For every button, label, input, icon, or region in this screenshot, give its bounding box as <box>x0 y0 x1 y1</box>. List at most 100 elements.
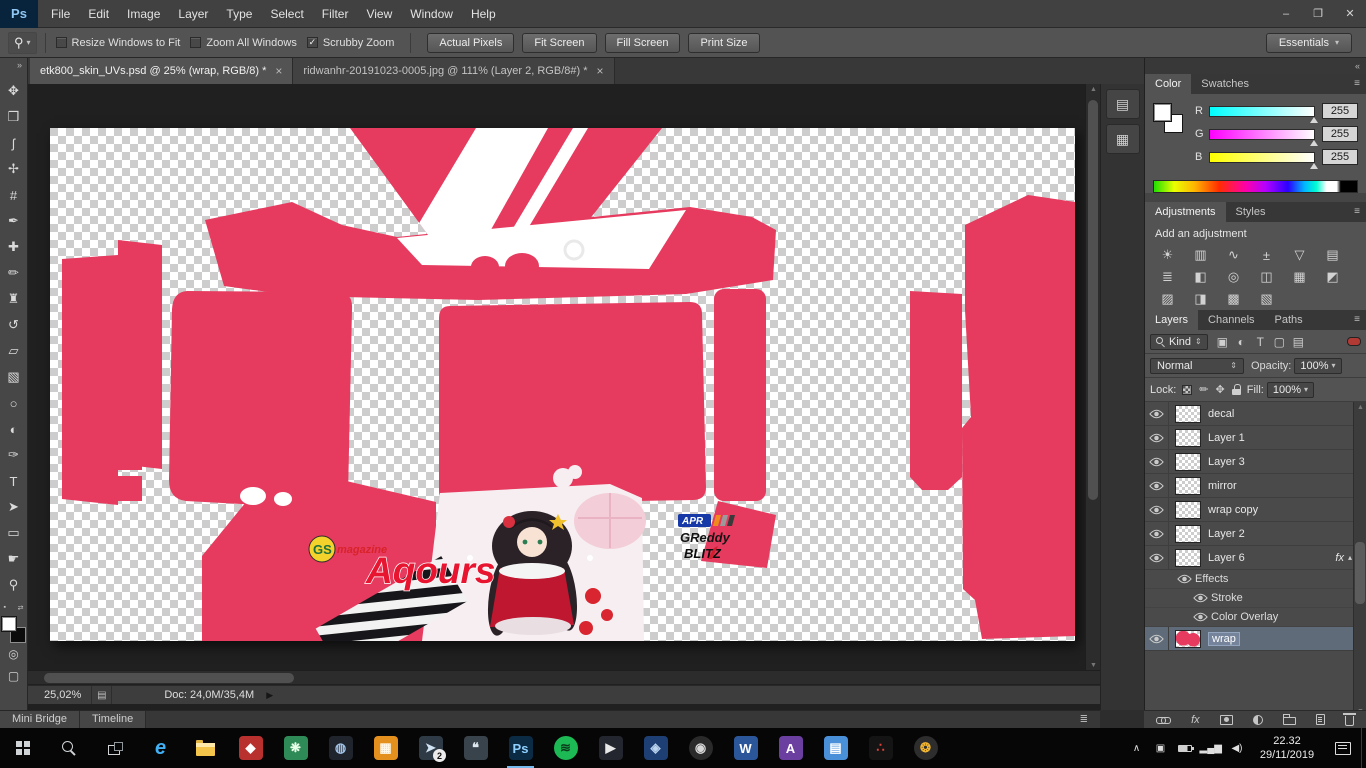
slider-knob[interactable] <box>1310 117 1318 123</box>
start-button[interactable] <box>0 728 46 768</box>
adjustment-vibrance[interactable]: ▽ <box>1283 244 1316 266</box>
current-tool-button[interactable]: ⚲ ▾ <box>8 32 37 54</box>
clock[interactable]: 22.32 29/11/2019 <box>1249 734 1325 763</box>
layer-visibility-toggle[interactable] <box>1173 570 1195 588</box>
menu-select[interactable]: Select <box>261 0 312 28</box>
effect-row-stroke[interactable]: Stroke <box>1145 589 1366 608</box>
lock-all-icon[interactable] <box>1232 384 1241 395</box>
slider-knob[interactable] <box>1310 140 1318 146</box>
layer-visibility-toggle[interactable] <box>1145 498 1169 521</box>
taskbar-app-globe[interactable]: ◍ <box>318 728 363 768</box>
tool-zoom[interactable]: ⚲ <box>0 572 28 598</box>
tray-app-icon[interactable]: ▣ <box>1149 728 1173 768</box>
taskbar-search-button[interactable] <box>46 728 92 768</box>
menu-view[interactable]: View <box>357 0 401 28</box>
tool-brush[interactable]: ✏ <box>0 260 28 286</box>
adjustment-hue-saturation[interactable]: ▤ <box>1316 244 1349 266</box>
fit-screen-button[interactable]: Fit Screen <box>522 33 596 53</box>
layer-visibility-toggle[interactable] <box>1145 546 1169 569</box>
lock-position-icon[interactable]: ✥ <box>1216 383 1225 396</box>
taskbar-chat-app[interactable]: ❝ <box>453 728 498 768</box>
taskbar-colorful-app[interactable]: ❂ <box>903 728 948 768</box>
panel-tab-mini-bridge[interactable]: Mini Bridge <box>0 711 80 728</box>
option-resize-windows-to-fit[interactable]: Resize Windows to Fit <box>56 37 181 49</box>
blend-mode-dropdown[interactable]: Normal ⇕ <box>1150 358 1244 374</box>
option-scrubby-zoom[interactable]: ✓Scrubby Zoom <box>307 37 395 49</box>
opacity-dropdown[interactable]: 100% ▾ <box>1294 358 1341 374</box>
tool-dodge[interactable]: ◐ <box>0 416 28 442</box>
layer-filter-toggle[interactable] <box>1347 337 1361 346</box>
filter-shape-layers[interactable]: ▢ <box>1270 335 1289 349</box>
volume-icon[interactable]: ◀) <box>1225 728 1249 768</box>
adjustments-tab-styles[interactable]: Styles <box>1226 202 1276 222</box>
menu-image[interactable]: Image <box>118 0 169 28</box>
slider-knob[interactable] <box>1310 163 1318 169</box>
action-center-button[interactable] <box>1325 728 1361 768</box>
taskbar-edge[interactable]: e <box>138 728 183 768</box>
layers-scroll-thumb[interactable] <box>1355 542 1365 604</box>
adjustment-curves[interactable]: ∿ <box>1217 244 1250 266</box>
restore-button[interactable]: ❐ <box>1302 0 1334 28</box>
effect-row-color-overlay[interactable]: Color Overlay <box>1145 608 1366 627</box>
close-tab-icon[interactable]: × <box>275 64 282 78</box>
lock-pixels-icon[interactable]: ✏ <box>1199 383 1208 396</box>
channel-slider[interactable] <box>1209 152 1315 163</box>
layer-visibility-toggle[interactable] <box>1145 402 1169 425</box>
taskbar-app-green[interactable]: ❋ <box>273 728 318 768</box>
layer-row-layer-1[interactable]: Layer 1 <box>1145 426 1366 450</box>
status-menu-arrow-icon[interactable]: ▶ <box>266 690 273 701</box>
adjustment-photo-filter[interactable]: ◎ <box>1217 266 1250 288</box>
close-button[interactable]: ✕ <box>1334 0 1366 28</box>
adjustment-color-lookup[interactable]: ▦ <box>1283 266 1316 288</box>
layer-visibility-toggle[interactable] <box>1145 426 1169 449</box>
option-zoom-all-windows[interactable]: Zoom All Windows <box>190 37 296 49</box>
panel-menu-icon[interactable]: ≡ <box>1354 310 1366 330</box>
tool-gradient[interactable]: ▧ <box>0 364 28 390</box>
taskbar-word[interactable]: W <box>723 728 768 768</box>
minimize-button[interactable]: – <box>1270 0 1302 28</box>
collapse-panels-chevron[interactable]: « <box>1355 61 1360 71</box>
adjustment-exposure[interactable]: ± <box>1250 244 1283 266</box>
new-adjustment-layer-button[interactable] <box>1253 711 1263 729</box>
tool-eraser[interactable]: ▱ <box>0 338 28 364</box>
quick-mask-button[interactable]: ◎ <box>0 643 28 665</box>
taskbar-app-orange[interactable]: ▦ <box>363 728 408 768</box>
panel-menu-icon[interactable]: ≡ <box>1354 74 1366 94</box>
layer-thumbnail[interactable] <box>1175 501 1201 519</box>
tool-pen[interactable]: ✑ <box>0 442 28 468</box>
adjustment-color-balance[interactable]: ≣ <box>1151 266 1184 288</box>
collapsed-panel-history[interactable]: ▤ <box>1106 89 1140 119</box>
document-canvas[interactable]: GS magazine Aqours APR GReddy BLITZ <box>50 128 1075 641</box>
layer-visibility-toggle[interactable] <box>1145 522 1169 545</box>
layer-row-mirror[interactable]: mirror <box>1145 474 1366 498</box>
channel-value[interactable]: 255 <box>1322 149 1358 165</box>
layers-tab-channels[interactable]: Channels <box>1198 310 1264 330</box>
filter-smart-objects[interactable]: ▤ <box>1289 335 1308 349</box>
show-desktop-button[interactable] <box>1361 728 1366 768</box>
document-tab-ridwanhr[interactable]: ridwanhr-20191023-0005.jpg @ 111% (Layer… <box>293 58 614 84</box>
taskbar-app-dark-blue[interactable]: ◈ <box>633 728 678 768</box>
menu-layer[interactable]: Layer <box>169 0 217 28</box>
adjustment-selective-color[interactable]: ▧ <box>1250 288 1283 310</box>
layer-filter-kind-dropdown[interactable]: Kind ⇕ <box>1150 334 1208 350</box>
panel-menu-icon[interactable]: ≡ <box>1354 202 1366 222</box>
layers-scrollbar[interactable]: ▲ ▼ <box>1353 402 1366 718</box>
taskbar-gom-player[interactable]: ◉ <box>678 728 723 768</box>
adjustment-gradient-map[interactable]: ▩ <box>1217 288 1250 310</box>
layer-visibility-toggle[interactable] <box>1145 474 1169 497</box>
adjustment-channel-mixer[interactable]: ◫ <box>1250 266 1283 288</box>
adjustment-threshold[interactable]: ◨ <box>1184 288 1217 310</box>
close-tab-icon[interactable]: × <box>597 64 604 78</box>
menu-edit[interactable]: Edit <box>79 0 118 28</box>
layer-row-wrap[interactable]: wrap <box>1145 627 1366 651</box>
color-spectrum-ramp[interactable] <box>1153 180 1358 193</box>
foreground-color-swatch[interactable] <box>1153 103 1172 122</box>
layer-thumbnail[interactable] <box>1175 453 1201 471</box>
battery-icon[interactable] <box>1173 728 1197 768</box>
adjustment-black-white[interactable]: ◧ <box>1184 266 1217 288</box>
tool-blur[interactable]: ○ <box>0 390 28 416</box>
channel-slider[interactable] <box>1209 129 1315 140</box>
new-group-button[interactable] <box>1283 711 1296 729</box>
menu-help[interactable]: Help <box>462 0 505 28</box>
tool-marquee[interactable]: ❒ <box>0 104 28 130</box>
